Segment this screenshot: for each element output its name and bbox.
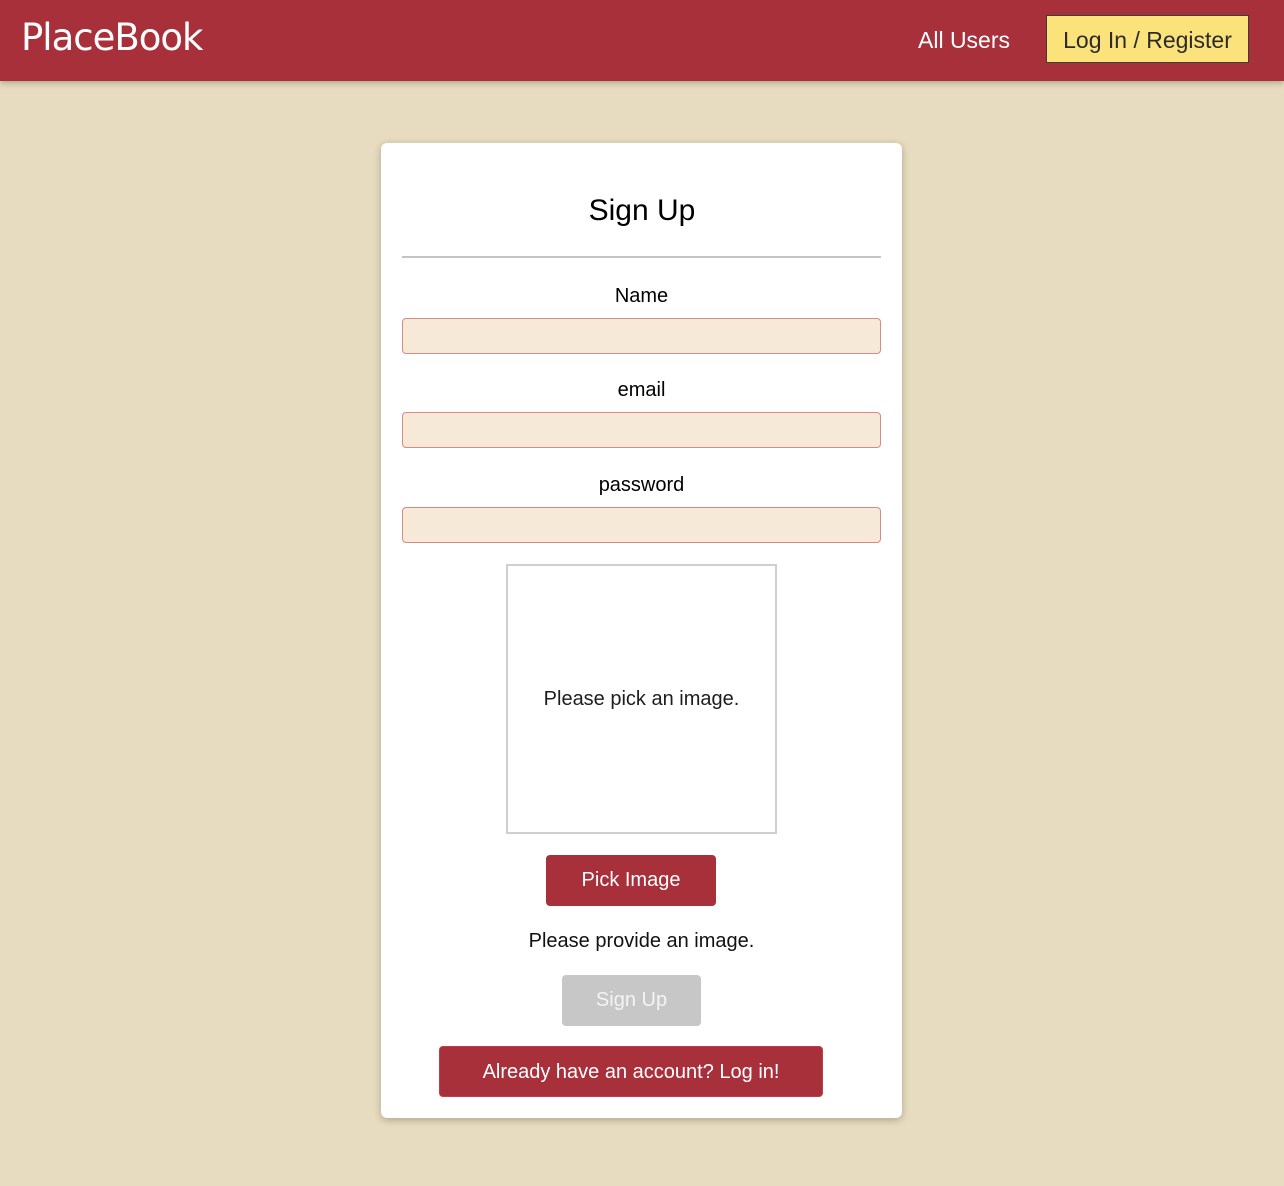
image-preview-placeholder: Please pick an image.	[543, 687, 740, 710]
image-error-text: Please provide an image.	[528, 930, 755, 952]
email-label: email	[617, 379, 666, 401]
password-input[interactable]	[402, 507, 881, 543]
pick-image-button[interactable]: Pick Image	[546, 855, 716, 906]
app-logo[interactable]: PlaceBook	[21, 14, 203, 62]
name-input[interactable]	[402, 318, 881, 354]
switch-to-login-button[interactable]: Already have an account? Log in!	[439, 1046, 823, 1097]
top-navbar: PlaceBook All Users Log In / Register	[0, 0, 1284, 81]
signup-submit-button[interactable]: Sign Up	[562, 975, 701, 1026]
form-divider	[402, 256, 881, 258]
image-preview-box: Please pick an image.	[506, 564, 777, 834]
nav-login-register-button[interactable]: Log In / Register	[1046, 15, 1249, 63]
form-title: Sign Up	[588, 194, 696, 227]
nav-all-users-link[interactable]: All Users	[918, 26, 1010, 54]
email-input[interactable]	[402, 412, 881, 448]
name-label: Name	[614, 285, 669, 307]
password-label: password	[598, 474, 685, 496]
